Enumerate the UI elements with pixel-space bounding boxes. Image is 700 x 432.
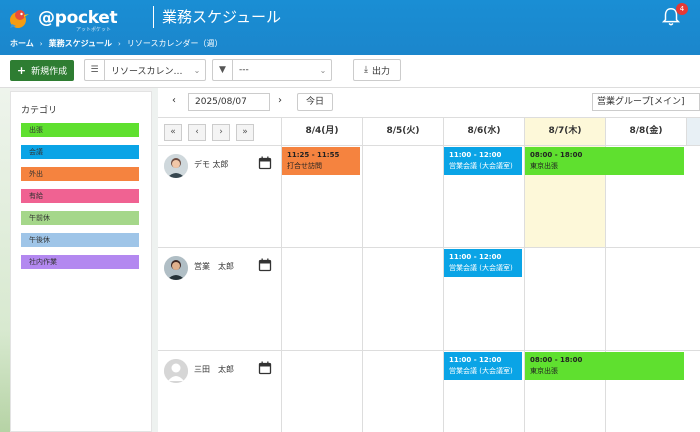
- event-outing[interactable]: 11:25 - 11:55 打合せ訪問: [282, 147, 360, 175]
- last-page-icon[interactable]: »: [236, 124, 254, 141]
- event-business-trip[interactable]: 08:00 - 18:00 東京出張: [525, 352, 684, 380]
- event-meeting[interactable]: 11:00 - 12:00 営業会議 (大会議室): [444, 352, 522, 380]
- event-meeting[interactable]: 11:00 - 12:00 営業会議 (大会議室): [444, 249, 522, 277]
- event-title: 打合せ訪問: [287, 162, 322, 170]
- resource-cell: 営業 太郎: [158, 248, 281, 350]
- event-time: 08:00 - 18:00: [530, 151, 583, 159]
- day-header[interactable]: 8/6(水): [443, 117, 524, 146]
- category-meeting[interactable]: 会議: [21, 145, 139, 159]
- calendar-icon[interactable]: [258, 258, 272, 272]
- breadcrumb-current: リソースカレンダー（週）: [126, 39, 223, 48]
- event-time: 11:00 - 12:00: [449, 253, 502, 261]
- category-am-off[interactable]: 午前休: [21, 211, 139, 225]
- event-title: 東京出張: [530, 367, 558, 375]
- category-panel: カテゴリ 出張 会議 外出 有給 午前休 午後休 社内作業: [10, 91, 152, 432]
- day-cell[interactable]: [362, 248, 443, 350]
- chevron-right-icon: ›: [118, 39, 121, 48]
- today-button[interactable]: 今日: [297, 93, 333, 111]
- resource-row: デモ 太郎 11:25 - 11:55 打合せ訪問 11:00 - 12:00 …: [158, 146, 700, 248]
- day-cell[interactable]: [362, 146, 443, 247]
- day-cell[interactable]: [605, 248, 686, 350]
- date-input[interactable]: 2025/08/07: [188, 93, 270, 111]
- user-name: 営業 太郎: [194, 262, 234, 271]
- calendar-nav: ‹ 2025/08/07 › 今日 営業グループ[メイン]: [158, 88, 700, 117]
- chevron-right-icon: ›: [39, 39, 43, 48]
- avatar: [164, 154, 188, 178]
- day-cell[interactable]: [524, 248, 605, 350]
- breadcrumb-home[interactable]: ホーム: [10, 38, 34, 49]
- resource-calendar: ‹ 2025/08/07 › 今日 営業グループ[メイン] « ‹ › » 8/…: [158, 88, 700, 432]
- download-icon: ⤓: [364, 65, 368, 75]
- resource-row: 営業 太郎 11:00 - 12:00 営業会議 (大会議室): [158, 248, 700, 351]
- breadcrumb-schedule[interactable]: 業務スケジュール: [49, 38, 112, 49]
- resource-cell: デモ 太郎: [158, 146, 281, 247]
- category-pm-off[interactable]: 午後休: [21, 233, 139, 247]
- plus-icon: +: [16, 64, 27, 77]
- filter-select-value: ---: [239, 65, 249, 75]
- view-select-value: リソースカレン…: [111, 66, 183, 77]
- day-header[interactable]: 8/5(火): [362, 117, 443, 146]
- first-page-icon[interactable]: «: [164, 124, 182, 141]
- logo-text: @pocket: [38, 8, 118, 28]
- filter-icon: ▼: [213, 60, 233, 80]
- day-header[interactable]: 8/4(月): [281, 117, 362, 146]
- resource-cell: 三田 太郎: [158, 351, 281, 432]
- day-header-overflow: [686, 117, 700, 146]
- logo-bird-icon: [10, 10, 29, 28]
- category-paid-leave[interactable]: 有給: [21, 189, 139, 203]
- breadcrumb: ホーム › 業務スケジュール › リソースカレンダー（週）: [10, 38, 222, 49]
- view-select[interactable]: ☰ リソースカレン… ⌄: [84, 59, 206, 81]
- event-title: 営業会議 (大会議室): [449, 367, 513, 375]
- event-business-trip[interactable]: 08:00 - 18:00 東京出張: [525, 147, 684, 175]
- event-title: 営業会議 (大会議室): [449, 162, 513, 170]
- group-select[interactable]: 営業グループ[メイン]: [592, 93, 700, 111]
- day-cell[interactable]: [362, 351, 443, 432]
- chevron-down-icon: ⌄: [193, 65, 201, 75]
- new-button-label: 新規作成: [31, 67, 68, 77]
- logo-subtext: アットポケット: [76, 27, 112, 33]
- day-cell[interactable]: [281, 351, 362, 432]
- pager-controls: « ‹ › »: [158, 117, 281, 146]
- event-time: 11:00 - 12:00: [449, 151, 502, 159]
- calendar-grid: « ‹ › » 8/4(月) 8/5(火) 8/6(水) 8/7(木) 8/8(…: [158, 117, 700, 432]
- event-time: 11:25 - 11:55: [287, 151, 340, 159]
- user-name: デモ 太郎: [194, 160, 229, 169]
- new-button[interactable]: + 新規作成: [10, 60, 74, 81]
- left-background: [0, 88, 10, 432]
- category-title: カテゴリ: [21, 106, 58, 116]
- avatar: [164, 256, 188, 280]
- toolbar: + 新規作成 ☰ リソースカレン… ⌄ ▼ --- ⌄ ⤓ 出力: [0, 55, 700, 88]
- event-time: 11:00 - 12:00: [449, 356, 502, 364]
- category-business-trip[interactable]: 出張: [21, 123, 139, 137]
- export-button-label: 出力: [371, 66, 390, 77]
- next-page-icon[interactable]: ›: [212, 124, 230, 141]
- day-cell[interactable]: [281, 248, 362, 350]
- next-week-icon[interactable]: ›: [278, 95, 282, 106]
- resource-row: 三田 太郎 11:00 - 12:00 営業会議 (大会議室) 08:00 - …: [158, 351, 700, 432]
- export-button[interactable]: ⤓ 出力: [353, 59, 401, 81]
- event-time: 08:00 - 18:00: [530, 356, 583, 364]
- day-header-today[interactable]: 8/7(木): [524, 117, 605, 146]
- category-internal-work[interactable]: 社内作業: [21, 255, 139, 269]
- event-title: 営業会議 (大会議室): [449, 264, 513, 272]
- chevron-down-icon: ⌄: [319, 65, 327, 75]
- day-header[interactable]: 8/8(金): [605, 117, 686, 146]
- calendar-icon[interactable]: [258, 156, 272, 170]
- app-header: @pocket アットポケット 業務スケジュール 4 ホーム › 業務スケジュー…: [0, 0, 700, 55]
- event-meeting[interactable]: 11:00 - 12:00 営業会議 (大会議室): [444, 147, 522, 175]
- filter-select[interactable]: ▼ --- ⌄: [212, 59, 332, 81]
- user-name: 三田 太郎: [194, 365, 234, 374]
- avatar-placeholder-icon: [164, 359, 188, 383]
- event-title: 東京出張: [530, 162, 558, 170]
- category-outing[interactable]: 外出: [21, 167, 139, 181]
- notification-badge: 4: [676, 3, 688, 15]
- list-icon: ☰: [85, 60, 105, 80]
- calendar-icon[interactable]: [258, 361, 272, 375]
- prev-page-icon[interactable]: ‹: [188, 124, 206, 141]
- prev-week-icon[interactable]: ‹: [172, 95, 176, 106]
- page-title: 業務スケジュール: [153, 6, 281, 28]
